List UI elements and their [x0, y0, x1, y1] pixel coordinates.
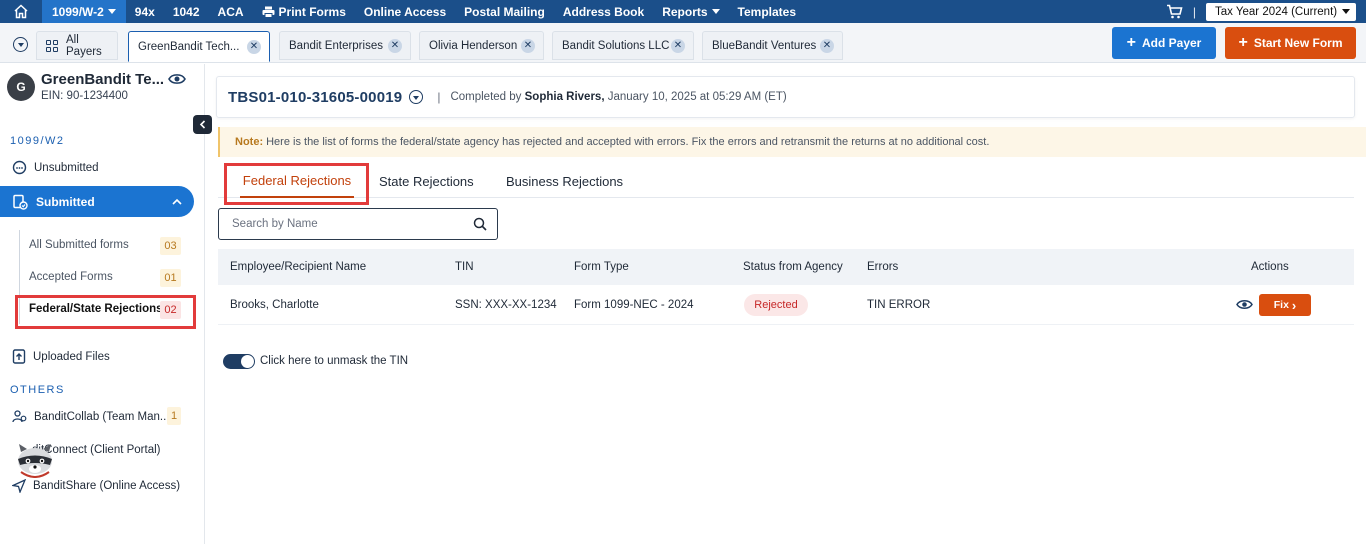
- note-banner: Note: Here is the list of forms the fede…: [218, 127, 1366, 157]
- plus-icon: +: [1238, 34, 1248, 51]
- section-label-others: OTHERS: [10, 384, 65, 396]
- payer-name: GreenBandit Te...: [41, 71, 165, 88]
- recipient-name: Brooks, Charlotte: [230, 299, 319, 311]
- chevron-down-icon: [1342, 9, 1350, 14]
- close-icon[interactable]: ✕: [671, 38, 685, 53]
- search-box[interactable]: [218, 208, 498, 240]
- nav-templates[interactable]: Templates: [729, 0, 805, 23]
- printer-icon: [262, 6, 275, 18]
- tab-business-rejections[interactable]: Business Rejections: [506, 164, 623, 198]
- nav-1099-w2[interactable]: 1099/W-2: [42, 0, 126, 23]
- sidebar-subitem-all-submitted[interactable]: All Submitted forms: [29, 239, 129, 251]
- tin-value: SSN: XXX-XX-1234: [455, 299, 557, 311]
- close-icon[interactable]: ✕: [388, 38, 402, 53]
- highlight-box: [224, 163, 369, 205]
- nav-address-book[interactable]: Address Book: [554, 0, 653, 23]
- submission-id: TBS01-010-31605-00019: [228, 88, 403, 106]
- count-badge: 1: [167, 407, 181, 425]
- unmask-tin-label: Click here to unmask the TIN: [260, 355, 409, 367]
- send-icon: [12, 479, 26, 493]
- search-icon[interactable]: [473, 217, 487, 231]
- sidebar-item-uploaded-files[interactable]: Uploaded Files: [12, 349, 110, 364]
- eye-icon[interactable]: [1236, 298, 1253, 311]
- tab-payer-bandit-enterprises[interactable]: Bandit Enterprises ✕: [279, 31, 411, 60]
- search-input[interactable]: [232, 218, 473, 230]
- close-icon[interactable]: ✕: [521, 38, 535, 53]
- nav-94x[interactable]: 94x: [126, 0, 164, 23]
- count-badge: 03: [160, 237, 181, 255]
- column-header: Status from Agency: [743, 261, 843, 273]
- team-icon: [12, 410, 27, 423]
- sidebar-item-banditshare[interactable]: BanditShare (Online Access): [12, 479, 180, 493]
- main-content: TBS01-010-31605-00019 | Completed by Sop…: [205, 64, 1366, 544]
- submission-header: TBS01-010-31605-00019 | Completed by Sop…: [216, 76, 1355, 118]
- nav-postal-mailing[interactable]: Postal Mailing: [455, 0, 554, 23]
- nav-reports[interactable]: Reports: [653, 0, 728, 23]
- plus-icon: +: [1126, 34, 1136, 51]
- count-badge: 01: [160, 269, 181, 287]
- add-payer-button[interactable]: + Add Payer: [1112, 27, 1216, 59]
- unmask-tin-toggle[interactable]: [223, 354, 255, 369]
- chevron-up-icon: [172, 198, 182, 205]
- grid-icon: [46, 39, 58, 52]
- nav-1042[interactable]: 1042: [164, 0, 209, 23]
- tab-payer-olivia-henderson[interactable]: Olivia Henderson ✕: [419, 31, 544, 60]
- column-header: TIN: [455, 261, 474, 273]
- tab-payer-greenbandit[interactable]: GreenBandit Tech... ✕: [128, 31, 270, 62]
- column-header: Errors: [867, 261, 899, 273]
- eye-icon[interactable]: [168, 72, 186, 86]
- form-type: Form 1099-NEC - 2024: [574, 299, 694, 311]
- sidebar-subitem-accepted[interactable]: Accepted Forms: [29, 271, 113, 283]
- tab-payer-bandit-solutions[interactable]: Bandit Solutions LLC ✕: [552, 31, 694, 60]
- payer-ein: EIN: 90-1234400: [41, 90, 128, 102]
- chevron-right-icon: ›: [1291, 297, 1297, 313]
- status-badge: Rejected: [744, 294, 808, 316]
- completed-by-text: Completed by Sophia Rivers, January 10, …: [450, 91, 787, 103]
- error-text: TIN ERROR: [867, 299, 931, 311]
- sidebar: G GreenBandit Te... EIN: 90-1234400 1099…: [0, 64, 205, 544]
- clock-icon: [12, 160, 27, 175]
- table-row: Brooks, Charlotte SSN: XXX-XX-1234 Form …: [218, 285, 1354, 325]
- highlight-box: [15, 295, 196, 329]
- start-new-form-button[interactable]: + Start New Form: [1225, 27, 1356, 59]
- home-icon[interactable]: [0, 0, 42, 23]
- tab-payer-bluebandit[interactable]: BlueBandit Ventures ✕: [702, 31, 843, 60]
- nav-aca[interactable]: ACA: [209, 0, 253, 23]
- upload-file-icon: [12, 349, 26, 364]
- tab-all-payers[interactable]: All Payers: [36, 31, 118, 60]
- submitted-docs-icon: [13, 194, 28, 210]
- collapse-all-icon[interactable]: [13, 37, 28, 52]
- header-separator: |: [437, 90, 441, 104]
- tax-year-select[interactable]: Tax Year 2024 (Current): [1206, 2, 1356, 21]
- collapse-sidebar-button[interactable]: [193, 115, 212, 134]
- sidebar-item-unsubmitted[interactable]: Unsubmitted: [12, 160, 99, 175]
- close-icon[interactable]: ✕: [820, 38, 834, 53]
- sidebar-item-banditcollab[interactable]: BanditCollab (Team Man...: [12, 409, 170, 424]
- nav-print-forms[interactable]: Print Forms: [253, 0, 355, 23]
- column-header: Form Type: [574, 261, 629, 273]
- chevron-down-icon: [107, 9, 116, 14]
- section-label-1099: 1099/W2: [10, 135, 65, 147]
- column-header: Employee/Recipient Name: [230, 261, 367, 273]
- close-icon[interactable]: ✕: [247, 39, 261, 54]
- tab-state-rejections[interactable]: State Rejections: [379, 164, 474, 198]
- chevron-down-icon[interactable]: [409, 90, 424, 104]
- cart-icon[interactable]: [1166, 4, 1183, 19]
- payer-tab-strip: All Payers GreenBandit Tech... ✕ Bandit …: [0, 23, 1366, 63]
- chevron-down-icon: [711, 9, 720, 14]
- chevron-left-icon: [199, 120, 206, 129]
- avatar: G: [7, 73, 35, 101]
- top-nav: 1099/W-2 94x 1042 ACA Print Forms Online…: [0, 0, 1366, 23]
- raccoon-mascot-icon[interactable]: [13, 442, 57, 478]
- column-header: Actions: [1251, 261, 1289, 273]
- rejection-tabs: Federal Rejections State Rejections Busi…: [218, 164, 1354, 198]
- fix-button[interactable]: Fix ›: [1259, 294, 1311, 316]
- nav-online-access[interactable]: Online Access: [355, 0, 455, 23]
- sidebar-item-submitted[interactable]: Submitted: [0, 186, 194, 217]
- table-header: Employee/Recipient Name TIN Form Type St…: [218, 249, 1354, 285]
- nav-separator: |: [1192, 4, 1196, 19]
